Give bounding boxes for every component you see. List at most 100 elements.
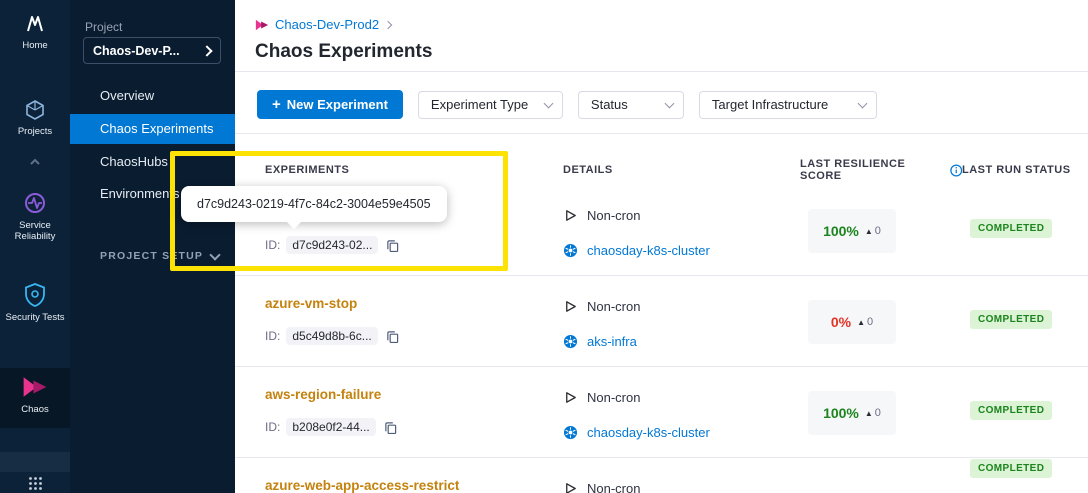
- schedule-type: Non-cron: [587, 299, 640, 314]
- play-icon: [563, 481, 578, 493]
- experiment-id: d7c9d243-02...: [286, 236, 378, 254]
- header-divider: [235, 71, 1088, 72]
- status-badge: COMPLETED: [970, 459, 1052, 478]
- project-setup-label: PROJECT SETUP: [100, 250, 203, 262]
- status-badge: COMPLETED: [970, 401, 1052, 420]
- score-delta: 0: [875, 225, 881, 237]
- experiment-name-link[interactable]: azure-web-app-access-restrict: [265, 476, 563, 493]
- chevron-up-icon: [29, 158, 41, 166]
- score-delta: 0: [875, 407, 881, 419]
- sidebar-item-overview[interactable]: Overview: [70, 80, 235, 112]
- infrastructure-link[interactable]: chaosday-k8s-cluster: [587, 425, 710, 440]
- delta-up-icon: ▲: [865, 409, 873, 418]
- nav-collapse-control[interactable]: [0, 158, 70, 166]
- filter-label: Experiment Type: [431, 97, 528, 112]
- delta-up-icon: ▲: [857, 318, 865, 327]
- kubernetes-icon: [563, 243, 578, 258]
- new-experiment-button[interactable]: + New Experiment: [257, 90, 403, 119]
- filter-label: Target Infrastructure: [712, 97, 828, 112]
- table-row[interactable]: azure-vm-stop ID: d5c49d8b-6c... Non-cro…: [235, 276, 1088, 367]
- table-header-row: EXPERIMENTS DETAILS LAST RESILIENCE SCOR…: [235, 158, 1088, 182]
- resilience-score: 100% ▲0: [808, 391, 896, 435]
- play-icon: [563, 390, 578, 405]
- schedule-type: Non-cron: [587, 208, 640, 223]
- score-delta: 0: [867, 316, 873, 328]
- project-selector-value: Chaos-Dev-P...: [93, 44, 180, 58]
- experiment-id-tooltip: d7c9d243-0219-4f7c-84c2-3004e59e4505: [181, 186, 447, 222]
- table-row[interactable]: azure-web-app-access-restrict Non-cron C…: [235, 458, 1088, 493]
- filter-status[interactable]: Status: [578, 91, 684, 119]
- score-value: 100%: [823, 223, 859, 239]
- nav-item-service-reliability[interactable]: Service Reliability: [0, 190, 70, 242]
- copy-icon[interactable]: [386, 330, 399, 343]
- id-label: ID:: [265, 238, 280, 252]
- chevron-down-icon: [209, 249, 220, 260]
- sidebar-item-chaoshubs[interactable]: ChaosHubs: [70, 146, 235, 178]
- delta-up-icon: ▲: [865, 227, 873, 236]
- sidebar-item-chaos-experiments[interactable]: Chaos Experiments: [70, 114, 235, 144]
- schedule-type: Non-cron: [587, 481, 640, 493]
- plus-icon: +: [272, 97, 281, 112]
- experiment-id: b208e0f2-44...: [286, 418, 375, 436]
- page-title: Chaos Experiments: [255, 41, 432, 63]
- nav-item-chaos[interactable]: Chaos: [0, 374, 70, 415]
- score-value: 0%: [831, 314, 851, 330]
- play-icon: [563, 299, 578, 314]
- experiments-table: ID: d7c9d243-02... Non-cron chaosda: [235, 185, 1088, 493]
- filter-target-infrastructure[interactable]: Target Infrastructure: [699, 91, 877, 119]
- col-header-details: DETAILS: [563, 158, 800, 182]
- kubernetes-icon: [563, 334, 578, 349]
- nav-item-home[interactable]: Home: [0, 12, 70, 51]
- security-shield-icon: [23, 282, 47, 308]
- nav-item-label: Projects: [0, 126, 70, 137]
- grid-dots-icon: [28, 476, 43, 491]
- nav-item-label: Service Reliability: [0, 220, 70, 242]
- col-header-experiments: EXPERIMENTS: [265, 158, 563, 182]
- play-icon: [563, 208, 578, 223]
- project-selector[interactable]: Chaos-Dev-P...: [83, 37, 221, 64]
- nav-item-security-tests[interactable]: Security Tests: [0, 282, 70, 323]
- breadcrumb-project-link[interactable]: Chaos-Dev-Prod2: [275, 17, 379, 32]
- filter-label: Status: [591, 97, 628, 112]
- filter-experiment-type[interactable]: Experiment Type: [418, 91, 563, 119]
- global-nav-rail: Home Projects Service Reliability: [0, 0, 70, 493]
- infrastructure-link[interactable]: aks-infra: [587, 334, 637, 349]
- status-badge: COMPLETED: [970, 219, 1052, 238]
- harness-chaos-app: Home Projects Service Reliability: [0, 0, 1088, 493]
- projects-cube-icon: [23, 98, 47, 122]
- col-header-score-label: LAST RESILIENCE SCORE: [800, 158, 945, 182]
- toolbar-divider: [235, 133, 1088, 134]
- info-icon[interactable]: [950, 164, 962, 177]
- score-value: 100%: [823, 405, 859, 421]
- nav-item-label: Chaos: [0, 404, 70, 415]
- breadcrumb: Chaos-Dev-Prod2: [255, 17, 391, 32]
- col-header-score: LAST RESILIENCE SCORE: [800, 158, 962, 182]
- chaos-breadcrumb-icon: [255, 18, 269, 32]
- copy-icon[interactable]: [386, 239, 399, 252]
- service-reliability-icon: [22, 190, 48, 216]
- project-setup-toggle[interactable]: PROJECT SETUP: [100, 250, 219, 262]
- experiment-name-link[interactable]: aws-region-failure: [265, 385, 563, 405]
- col-header-status: LAST RUN STATUS: [962, 158, 1088, 182]
- breadcrumb-chevron-icon: [384, 20, 392, 28]
- chevron-right-icon: [201, 45, 212, 56]
- nav-item-projects[interactable]: Projects: [0, 98, 70, 137]
- chevron-down-icon: [857, 98, 867, 108]
- tooltip-uuid-text: d7c9d243-0219-4f7c-84c2-3004e59e4505: [197, 197, 431, 211]
- main-content: Chaos-Dev-Prod2 Chaos Experiments + New …: [235, 0, 1088, 493]
- rail-bottom-strip: [0, 452, 70, 472]
- module-grid-icon[interactable]: [0, 476, 70, 491]
- experiment-name-link[interactable]: azure-vm-stop: [265, 294, 563, 314]
- resilience-score: 100% ▲0: [808, 209, 896, 253]
- harness-home-icon: [23, 12, 47, 36]
- id-label: ID:: [265, 420, 280, 434]
- infrastructure-link[interactable]: chaosday-k8s-cluster: [587, 243, 710, 258]
- table-row[interactable]: aws-region-failure ID: b208e0f2-44... No…: [235, 367, 1088, 458]
- copy-icon[interactable]: [384, 421, 397, 434]
- schedule-type: Non-cron: [587, 390, 640, 405]
- chaos-module-icon: [22, 374, 48, 400]
- nav-item-label: Home: [0, 40, 70, 51]
- new-experiment-label: New Experiment: [287, 97, 388, 112]
- id-label: ID:: [265, 329, 280, 343]
- kubernetes-icon: [563, 425, 578, 440]
